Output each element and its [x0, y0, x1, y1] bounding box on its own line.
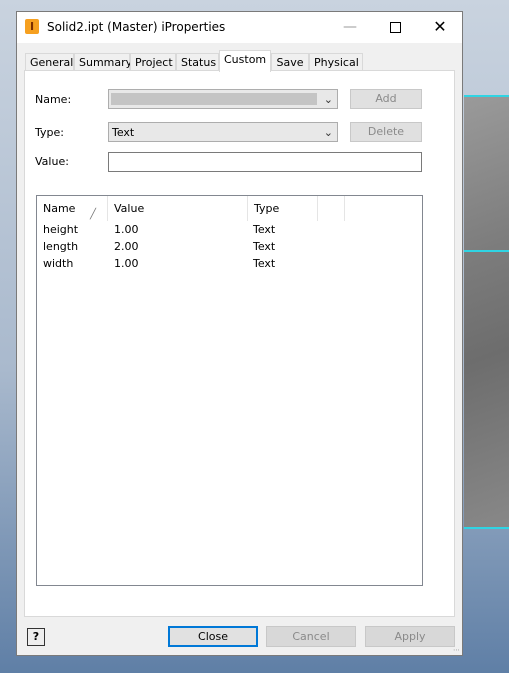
value-input[interactable]: [108, 152, 422, 172]
row-value: 1.00: [114, 223, 139, 236]
row-value: 1.00: [114, 257, 139, 270]
tab-status[interactable]: Status: [176, 53, 219, 71]
minimize-button[interactable]: —: [327, 12, 373, 43]
close-button[interactable]: Close: [168, 626, 258, 647]
name-combo[interactable]: ⌄: [108, 89, 338, 109]
table-row[interactable]: width 1.00 Text: [37, 255, 422, 272]
row-type: Text: [253, 223, 276, 236]
row-type: Text: [253, 240, 276, 253]
column-header-value[interactable]: Value: [108, 196, 248, 221]
type-label: Type:: [35, 126, 64, 139]
iproperties-dialog: I Solid2.ipt (Master) iProperties — ✕ Ge…: [16, 11, 463, 656]
value-label: Value:: [35, 155, 69, 168]
table-row[interactable]: height 1.00 Text: [37, 221, 422, 238]
type-combo[interactable]: Text ⌄: [108, 122, 338, 142]
tab-save[interactable]: Save: [271, 53, 309, 71]
column-header-blank[interactable]: [318, 196, 345, 221]
cancel-button[interactable]: Cancel: [266, 626, 356, 647]
row-value: 2.00: [114, 240, 139, 253]
name-combo-value: [111, 93, 317, 105]
tab-physical[interactable]: Physical: [309, 53, 363, 71]
delete-button[interactable]: Delete: [350, 122, 422, 142]
list-header: Name ╱ Value Type: [37, 196, 422, 221]
row-type: Text: [253, 257, 276, 270]
properties-list[interactable]: Name ╱ Value Type height 1.00 Text lengt…: [36, 195, 423, 586]
column-header-type[interactable]: Type: [248, 196, 318, 221]
inventor-icon: I: [25, 19, 39, 34]
maximize-icon: [389, 21, 401, 33]
type-combo-value: Text: [112, 126, 135, 139]
tab-project[interactable]: Project: [130, 53, 176, 71]
apply-button[interactable]: Apply: [365, 626, 455, 647]
chevron-down-icon: ⌄: [323, 126, 333, 139]
close-window-button[interactable]: ✕: [417, 12, 463, 43]
background-model: [464, 95, 509, 529]
tab-general[interactable]: General: [25, 53, 74, 71]
maximize-button[interactable]: [372, 12, 418, 43]
add-button[interactable]: Add: [350, 89, 422, 109]
name-label: Name:: [35, 93, 72, 106]
help-button[interactable]: ?: [27, 628, 45, 646]
tab-summary[interactable]: Summary: [74, 53, 132, 71]
resize-grip-icon[interactable]: ⋯: [453, 646, 461, 654]
column-name-label: Name: [43, 202, 76, 215]
row-name: height: [43, 223, 79, 236]
background-model-edge: [464, 250, 509, 252]
table-row[interactable]: length 2.00 Text: [37, 238, 422, 255]
tab-custom[interactable]: Custom: [219, 50, 271, 72]
window-title: Solid2.ipt (Master) iProperties: [47, 20, 226, 34]
row-name: length: [43, 240, 79, 253]
column-header-name[interactable]: Name ╱: [37, 196, 108, 221]
title-bar[interactable]: I Solid2.ipt (Master) iProperties — ✕: [17, 12, 462, 43]
row-name: width: [43, 257, 74, 270]
chevron-down-icon: ⌄: [323, 93, 333, 106]
